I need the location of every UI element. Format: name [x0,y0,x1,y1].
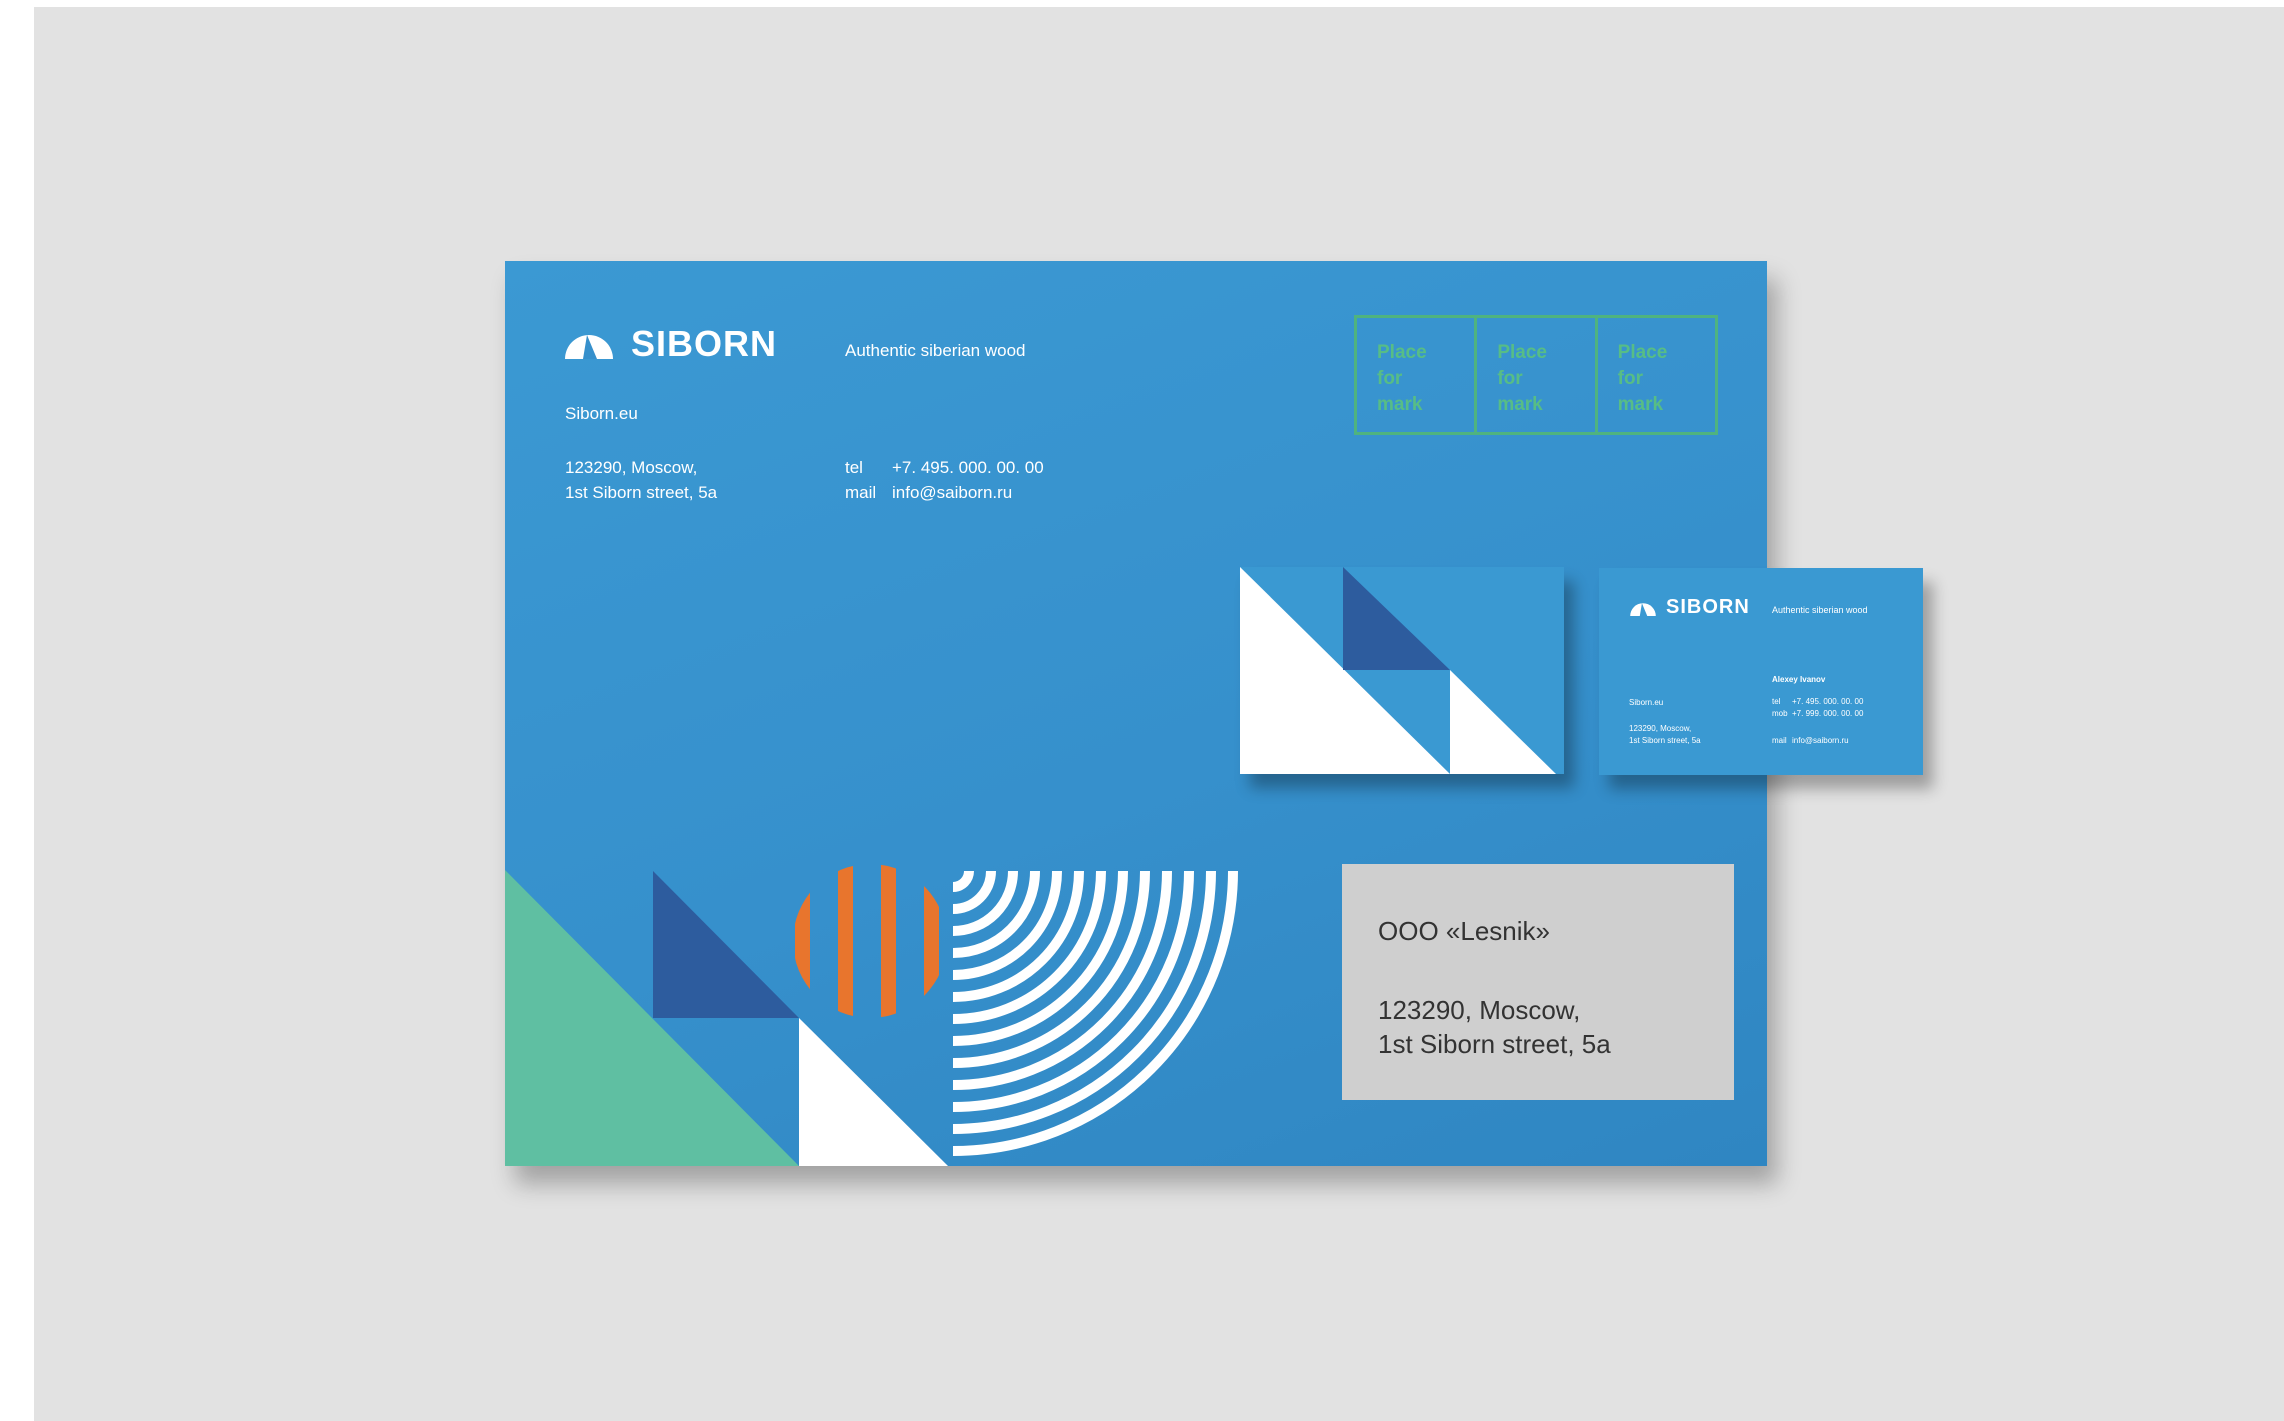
phone-line: mob +7. 999. 000. 00. 00 [1772,708,1863,720]
recipient-label: OOO «Lesnik» 123290, Moscow, 1st Siborn … [1342,864,1734,1100]
white-arc-stripes [952,870,1238,1156]
envelope: SIBORN Authentic siberian wood Siborn.eu… [505,261,1767,1166]
sender-address: 123290, Moscow, 1st Siborn street, 5a [565,455,717,505]
card-address-line: 1st Siborn street, 5a [1629,736,1701,745]
tagline: Authentic siberian wood [845,341,1026,360]
card-address: 123290, Moscow, 1st Siborn street, 5a [1629,723,1701,747]
contact-value: info@saiborn.ru [892,483,1013,502]
stamp-text: Place [1497,342,1547,363]
phone-value: +7. 495. 000. 00. 00 [1792,697,1864,706]
half-sun-mountain-logo-icon [565,335,613,359]
card-mail: mail info@saiborn.ru [1772,735,1849,747]
stamp-text: for [1497,368,1523,389]
stamp-box: Place for mark [1357,318,1478,432]
recipient-address-line: 123290, Moscow, [1378,995,1581,1025]
brand-name: SIBORN [631,323,778,364]
business-card-front: SIBORN Authentic siberian wood Alexey Iv… [1599,568,1923,775]
card-tagline: Authentic siberian wood [1772,605,1868,615]
orange-striped-circle [795,864,939,1018]
card-back-pattern [1240,567,1556,774]
stamp-text: Place [1377,342,1427,363]
sender-contacts: tel +7. 495. 000. 00. 00 mail info@saiborn… [845,455,1044,505]
website: Siborn.eu [565,404,638,423]
card-phones: tel +7. 495. 000. 00. 00 mob +7. 999. 000.… [1772,696,1863,720]
phone-value: +7. 999. 000. 00. 00 [1792,709,1864,718]
stamp-text: mark [1497,394,1543,415]
contact-label: mail [845,483,877,502]
stamp-text: mark [1617,394,1664,415]
phone-label: mob [1772,709,1788,718]
stamp-text: for [1377,368,1403,389]
stamp-area: Place for mark Place for mark Place for … [1354,315,1718,435]
mail-label: mail [1772,736,1787,745]
card-address-line: 123290, Moscow, [1629,724,1692,733]
half-sun-mountain-logo-icon [1630,602,1656,616]
address-line: 123290, Moscow, [565,458,698,477]
card-logo: SIBORN [1629,596,1750,619]
stamp-text: for [1617,368,1643,389]
person-name: Alexey Ivanov [1772,675,1826,684]
navy-triangle [653,871,799,1018]
address-line: 1st Siborn street, 5a [565,483,718,502]
mail-value: info@saiborn.ru [1792,736,1849,745]
recipient-company: OOO «Lesnik» [1378,916,1550,946]
card-website: Siborn.eu [1629,698,1664,707]
stamp-box: Place for mark [1477,318,1598,432]
phone-line: tel +7. 495. 000. 00. 00 [1772,696,1863,708]
contact-mail: mail info@saiborn.ru [845,480,1044,505]
phone-label: tel [1772,697,1781,706]
contact-value: +7. 495. 000. 00. 00 [892,458,1044,477]
envelope-logo: SIBORN [563,323,777,365]
stamp-text: Place [1617,342,1668,363]
recipient-address-line: 1st Siborn street, 5a [1378,1029,1611,1059]
contact-label: tel [845,458,863,477]
brand-name: SIBORN [1666,596,1750,618]
stamp-text: mark [1377,394,1423,415]
business-card-back [1240,567,1564,774]
contact-tel: tel +7. 495. 000. 00. 00 [845,455,1044,480]
white-triangle [799,1018,948,1166]
stamp-box: Place for mark [1598,318,1715,432]
